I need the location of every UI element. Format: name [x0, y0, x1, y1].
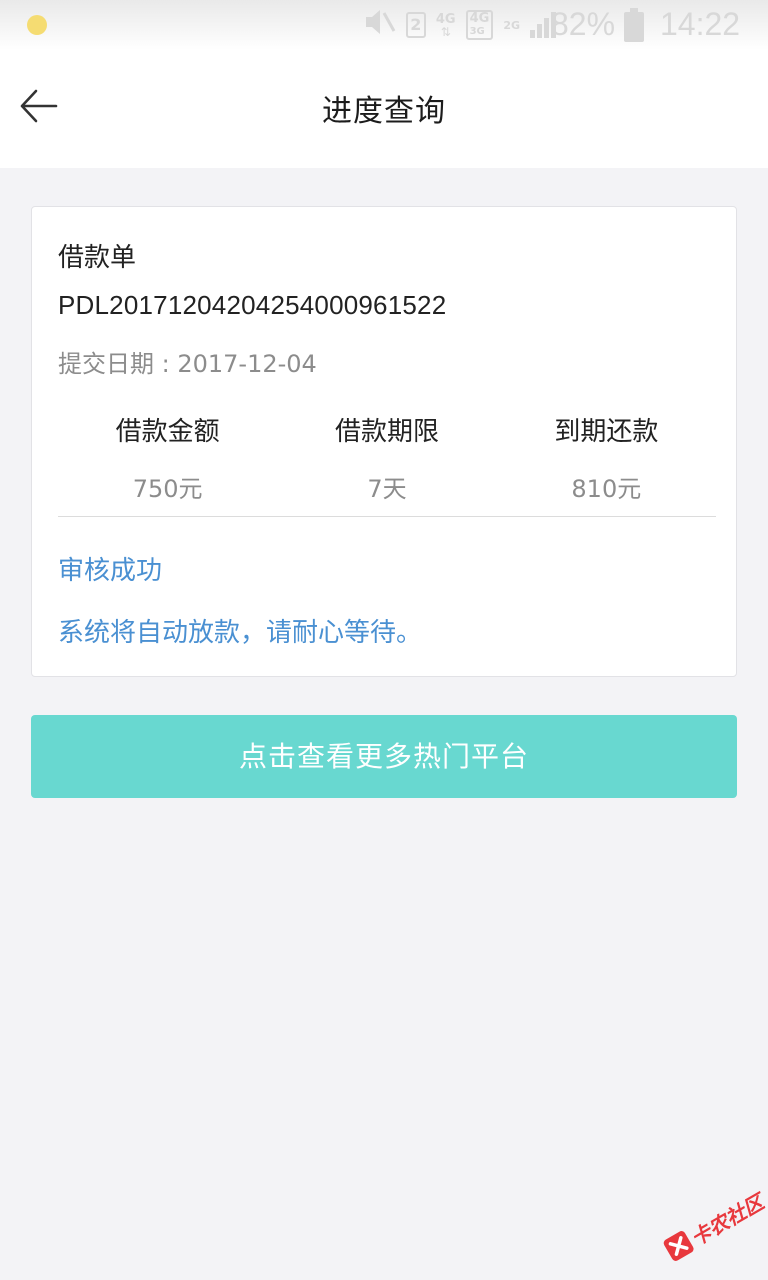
loan-stats: 借款金额 750元 借款期限 7天 到期还款 810元	[58, 412, 716, 507]
status-icons: 2 4G ⇅ 4G 3G 2G	[362, 8, 556, 42]
network-type-label: 4G	[469, 11, 490, 26]
data-arrows-icon: ⇅	[440, 24, 451, 39]
stat-loan-term: 借款期限 7天	[277, 412, 496, 507]
stat-value: 750元	[132, 475, 203, 503]
order-number: PDL20171204204254000961522	[58, 290, 447, 320]
status-bar: 2 4G ⇅ 4G 3G 2G 82% 14:22	[0, 0, 768, 50]
stat-label: 到期还款	[554, 417, 659, 447]
battery-percentage: 82%	[551, 6, 616, 42]
loan-order-card: 借款单 PDL20171204204254000961522 提交日期 : 20…	[31, 206, 737, 677]
stat-label: 借款期限	[334, 417, 439, 447]
page-title: 进度查询	[322, 94, 446, 129]
more-platforms-button[interactable]: 点击查看更多热门平台	[31, 715, 737, 798]
watermark-text: 卡农社区	[686, 1189, 768, 1251]
review-status: 审核成功	[58, 556, 163, 586]
divider	[58, 516, 716, 517]
mute-icon	[362, 7, 396, 43]
stat-label: 借款金额	[115, 417, 220, 447]
network-type-label: 4G	[435, 11, 456, 27]
stat-repayment-due: 到期还款 810元	[497, 412, 716, 507]
network-type-label: 2G	[503, 18, 520, 32]
status-message: 系统将自动放款，请耐心等待。	[58, 618, 423, 648]
notification-dot-icon	[27, 15, 47, 35]
sim-slot-badge: 2	[405, 12, 426, 38]
status-time: 14:22	[660, 6, 741, 42]
network-type-label: 3G	[469, 26, 485, 37]
submit-date: 提交日期 : 2017-12-04	[58, 350, 317, 378]
network-indicator-2: 4G 3G	[465, 10, 494, 40]
stat-value: 7天	[367, 475, 407, 503]
stat-value: 810元	[571, 475, 642, 503]
order-type-label: 借款单	[58, 243, 137, 273]
watermark: 卡农社区	[650, 1167, 768, 1280]
stat-loan-amount: 借款金额 750元	[58, 412, 277, 507]
battery-icon	[624, 8, 644, 42]
network-indicator-1: 4G ⇅	[436, 13, 456, 38]
nav-bar: 进度查询	[0, 50, 768, 168]
